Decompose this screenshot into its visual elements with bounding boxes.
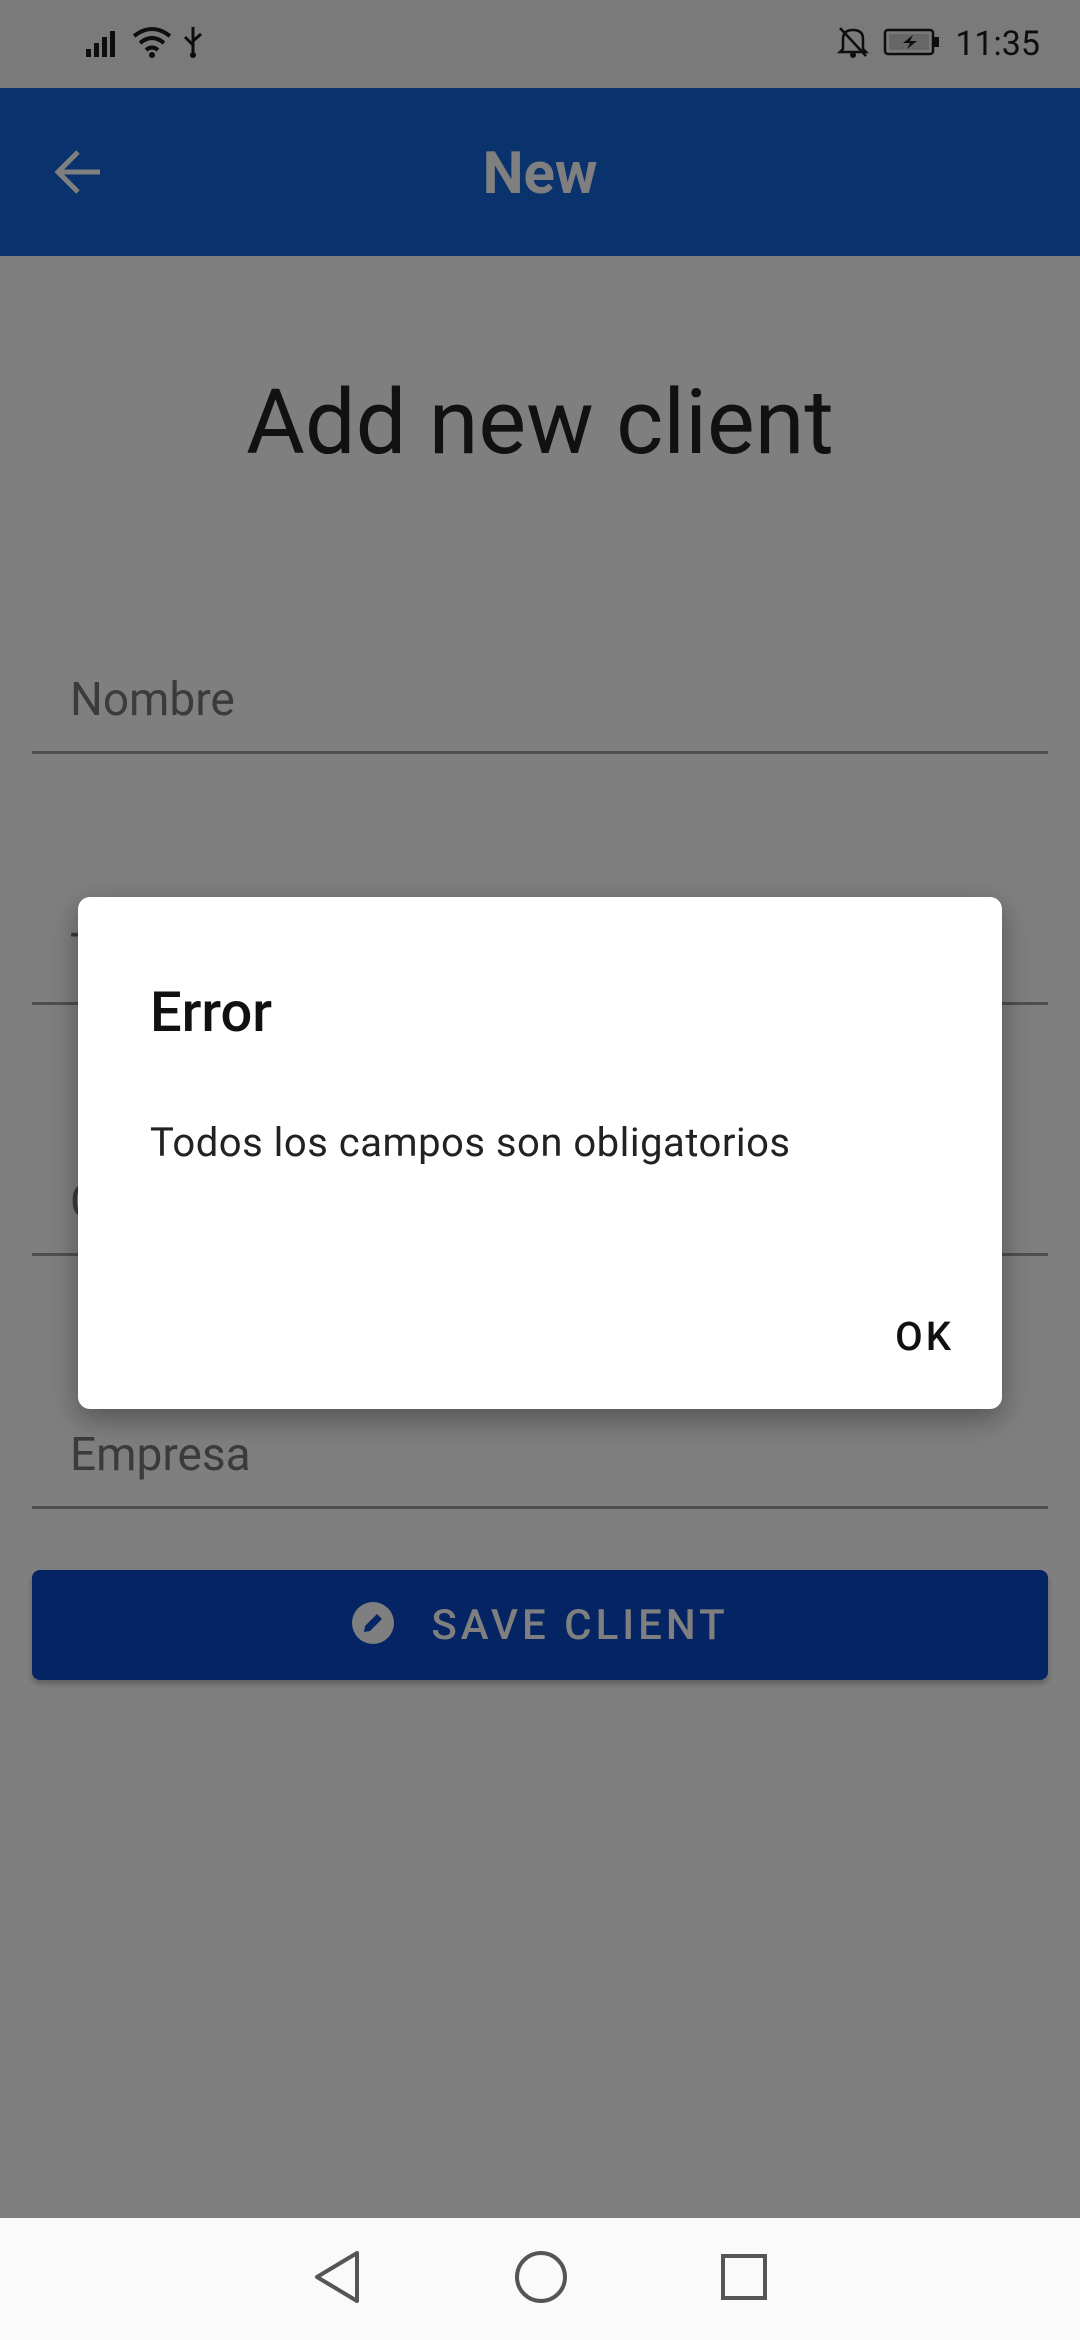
home-circle-icon[interactable] — [513, 2249, 569, 2309]
error-dialog: Error Todos los campos son obligatorios … — [78, 897, 1002, 1409]
recents-square-icon[interactable] — [719, 2252, 769, 2306]
back-triangle-icon[interactable] — [311, 2249, 363, 2309]
system-nav-bar — [0, 2218, 1080, 2340]
dialog-message: Todos los campos son obligatorios — [150, 1119, 791, 1166]
dialog-title: Error — [150, 979, 273, 1045]
ok-button[interactable]: OK — [895, 1307, 954, 1366]
